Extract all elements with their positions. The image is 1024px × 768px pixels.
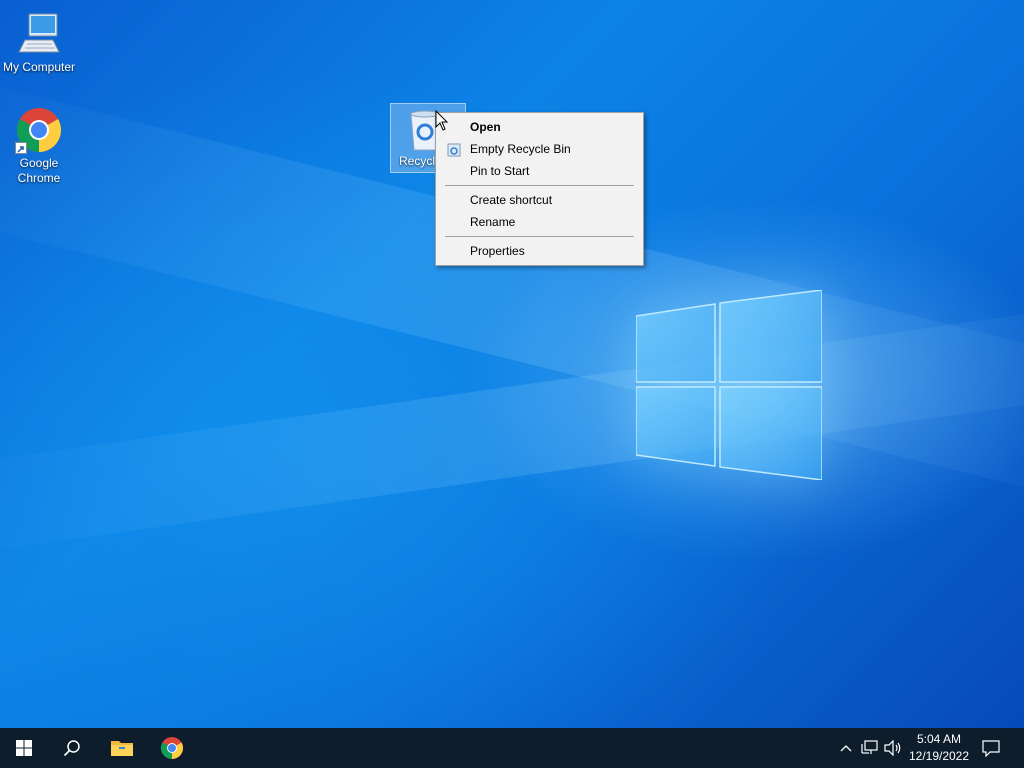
search-button[interactable]	[48, 728, 96, 768]
volume-button[interactable]	[883, 738, 903, 758]
action-center-icon	[982, 739, 1000, 757]
clock[interactable]: 5:04 AM 12/19/2022	[902, 731, 976, 765]
menu-item-properties[interactable]: Properties	[436, 240, 643, 262]
network-icon	[861, 740, 878, 754]
mouse-cursor-icon	[435, 110, 449, 131]
chrome-icon	[161, 737, 183, 759]
menu-item-rename[interactable]: Rename	[436, 211, 643, 233]
clock-time: 5:04 AM	[916, 732, 962, 746]
menu-item-create-shortcut[interactable]: Create shortcut	[436, 189, 643, 211]
file-explorer-button[interactable]	[98, 728, 146, 768]
start-icon	[16, 740, 32, 756]
menu-separator	[445, 185, 634, 186]
windows-logo-wallpaper	[636, 290, 822, 480]
network-button[interactable]	[860, 738, 880, 758]
chrome-icon	[15, 106, 63, 154]
menu-item-pin-to-start[interactable]: Pin to Start	[436, 160, 643, 182]
desktop-icon-google-chrome[interactable]: Google Chrome	[1, 106, 77, 186]
show-hidden-icons-button[interactable]	[836, 738, 856, 758]
computer-icon	[15, 10, 63, 58]
chevron-up-icon	[840, 745, 852, 752]
desktop-icon-label: Google Chrome	[17, 156, 61, 185]
context-menu: Open Empty Recycle Bin Pin to Start Crea…	[435, 112, 644, 266]
menu-item-open[interactable]: Open	[436, 116, 643, 138]
file-explorer-icon	[111, 741, 133, 756]
volume-icon	[884, 740, 901, 756]
desktop-icon-my-computer[interactable]: My Computer	[1, 10, 77, 75]
start-button[interactable]	[0, 728, 48, 768]
chrome-taskbar-button[interactable]	[148, 728, 196, 768]
light-beam	[0, 289, 1024, 560]
clock-date: 12/19/2022	[908, 749, 970, 763]
taskbar: 5:04 AM 12/19/2022	[0, 728, 1024, 768]
shortcut-arrow-icon	[15, 142, 27, 154]
recycle-bin-icon	[447, 142, 461, 157]
action-center-button[interactable]	[981, 738, 1001, 758]
desktop[interactable]: My Computer Google Chrome Recycle Bin Op…	[0, 0, 1024, 768]
menu-separator	[445, 236, 634, 237]
desktop-icon-label: My Computer	[2, 60, 76, 74]
menu-item-empty-recycle-bin[interactable]: Empty Recycle Bin	[436, 138, 643, 160]
search-icon	[63, 740, 80, 757]
